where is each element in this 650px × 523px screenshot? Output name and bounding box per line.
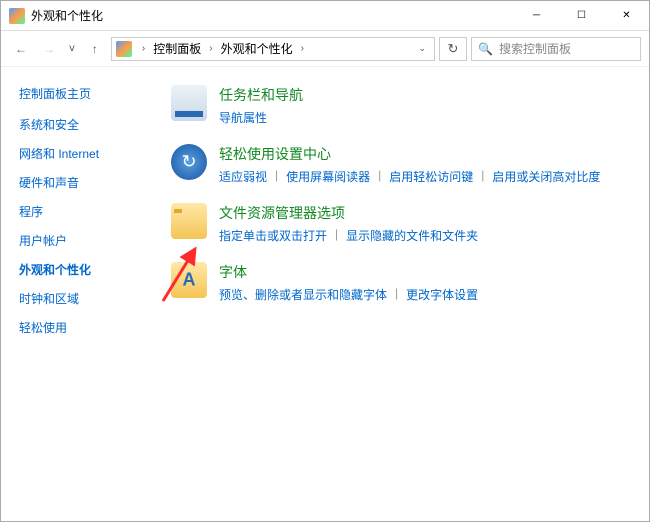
breadcrumb-current[interactable]: 外观和个性化 [219, 40, 295, 57]
file-explorer-icon[interactable] [171, 203, 207, 239]
close-button[interactable]: ✕ [604, 1, 649, 31]
chevron-right-icon[interactable]: › [205, 43, 216, 54]
sidebar-item-2[interactable]: 硬件和声音 [19, 174, 161, 191]
category-link[interactable]: 启用或关闭高对比度 [492, 168, 600, 185]
category-link[interactable]: 显示隐藏的文件和文件夹 [346, 227, 478, 244]
breadcrumb-root[interactable]: 控制面板 [151, 40, 203, 57]
category-title[interactable]: 轻松使用设置中心 [219, 144, 600, 164]
category-title[interactable]: 字体 [219, 262, 478, 282]
separator: | [275, 168, 278, 185]
sidebar-item-3[interactable]: 程序 [19, 203, 161, 220]
category-link[interactable]: 使用屏幕阅读器 [286, 168, 370, 185]
control-panel-home-link[interactable]: 控制面板主页 [19, 85, 161, 102]
sidebar-item-6[interactable]: 时钟和区域 [19, 290, 161, 307]
maximize-button[interactable]: ☐ [559, 1, 604, 31]
back-button[interactable]: ← [9, 37, 33, 61]
separator: | [395, 286, 398, 303]
category-link[interactable]: 导航属性 [219, 109, 267, 126]
category-link[interactable]: 预览、删除或者显示和隐藏字体 [219, 286, 387, 303]
category-2: 文件资源管理器选项指定单击或双击打开 | 显示隐藏的文件和文件夹 [171, 203, 631, 244]
chevron-right-icon[interactable]: › [297, 43, 308, 54]
search-placeholder: 搜索控制面板 [499, 40, 571, 57]
titlebar: 外观和个性化 ─ ☐ ✕ [1, 1, 649, 31]
category-title[interactable]: 文件资源管理器选项 [219, 203, 478, 223]
category-link[interactable]: 指定单击或双击打开 [219, 227, 327, 244]
up-button[interactable]: ↑ [83, 37, 107, 61]
sidebar-item-5[interactable]: 外观和个性化 [19, 261, 161, 278]
window-title: 外观和个性化 [31, 7, 103, 24]
category-1: 轻松使用设置中心适应弱视 | 使用屏幕阅读器 | 启用轻松访问键 | 启用或关闭高对比度 [171, 144, 631, 185]
category-0: 任务栏和导航导航属性 [171, 85, 631, 126]
category-3: 字体预览、删除或者显示和隐藏字体 | 更改字体设置 [171, 262, 631, 303]
chevron-right-icon[interactable]: › [138, 43, 149, 54]
fonts-icon[interactable] [171, 262, 207, 298]
sidebar-item-1[interactable]: 网络和 Internet [19, 145, 161, 162]
separator: | [335, 227, 338, 244]
sidebar-item-4[interactable]: 用户帐户 [19, 232, 161, 249]
address-field[interactable]: › 控制面板 › 外观和个性化 › ⌄ [111, 37, 435, 61]
ease-of-access-icon[interactable] [171, 144, 207, 180]
category-title[interactable]: 任务栏和导航 [219, 85, 303, 105]
address-bar: ← → ⅴ ↑ › 控制面板 › 外观和个性化 › ⌄ ↻ 🔍 搜索控制面板 [1, 31, 649, 67]
main-content: 任务栏和导航导航属性轻松使用设置中心适应弱视 | 使用屏幕阅读器 | 启用轻松访问键 | 启… [161, 67, 649, 523]
refresh-button[interactable]: ↻ [439, 37, 467, 61]
control-panel-path-icon [116, 41, 132, 57]
address-dropdown-button[interactable]: ⌄ [414, 43, 430, 54]
control-panel-icon [9, 8, 25, 24]
search-input[interactable]: 🔍 搜索控制面板 [471, 37, 641, 61]
separator: | [378, 168, 381, 185]
minimize-button[interactable]: ─ [514, 1, 559, 31]
category-link[interactable]: 适应弱视 [219, 168, 267, 185]
taskbar-icon[interactable] [171, 85, 207, 121]
sidebar-item-0[interactable]: 系统和安全 [19, 116, 161, 133]
category-link[interactable]: 更改字体设置 [406, 286, 478, 303]
separator: | [481, 168, 484, 185]
recent-locations-button[interactable]: ⅴ [65, 43, 79, 54]
sidebar-item-7[interactable]: 轻松使用 [19, 319, 161, 336]
forward-button[interactable]: → [37, 37, 61, 61]
sidebar: 控制面板主页 系统和安全网络和 Internet 硬件和声音程序用户帐户外观和个性… [1, 67, 161, 523]
search-icon: 🔍 [478, 42, 493, 56]
category-link[interactable]: 启用轻松访问键 [389, 168, 473, 185]
